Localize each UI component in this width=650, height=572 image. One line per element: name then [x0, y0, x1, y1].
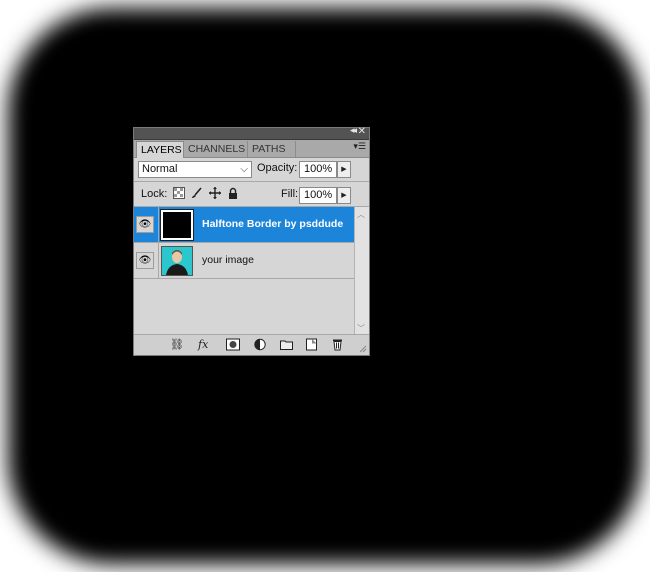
panel-bottom-toolbar: ⛓ fx: [134, 334, 369, 355]
scroll-down-icon[interactable]: ﹀: [357, 323, 365, 334]
collapse-icon[interactable]: ◂◂: [350, 126, 357, 136]
lock-image-pixels-icon[interactable]: [191, 187, 203, 199]
panel-menu-icon[interactable]: ▾☰: [353, 142, 366, 152]
lock-transparent-pixels-icon[interactable]: [173, 187, 185, 199]
blend-mode-value: Normal: [142, 163, 178, 175]
chevron-down-icon: ⌵: [240, 164, 248, 175]
fill-label: Fill:: [281, 188, 299, 200]
layer-row-halftone-border[interactable]: 👁 Halftone Border by psddude: [134, 207, 355, 243]
visibility-eye-icon[interactable]: 👁: [136, 252, 154, 269]
fill-slider-button[interactable]: ▶: [337, 187, 351, 204]
divider: [158, 243, 159, 278]
tab-channels[interactable]: CHANNELS: [184, 141, 248, 157]
opacity-input[interactable]: 100%: [299, 161, 337, 178]
fill-input[interactable]: 100%: [299, 187, 337, 204]
layers-list: 👁 Halftone Border by psddude 👁 your imag…: [134, 207, 355, 336]
resize-grip-icon[interactable]: [359, 345, 367, 353]
layer-row-your-image[interactable]: 👁 your image: [134, 243, 355, 279]
scroll-up-icon[interactable]: ︿: [357, 209, 365, 220]
new-layer-icon[interactable]: [306, 338, 317, 351]
tab-layers[interactable]: LAYERS: [136, 141, 184, 158]
add-layer-mask-icon[interactable]: [226, 338, 240, 351]
panel-tabs: LAYERS CHANNELS PATHS ▾☰: [134, 140, 369, 158]
new-group-folder-icon[interactable]: [280, 338, 293, 351]
link-layers-icon[interactable]: ⛓: [170, 338, 184, 351]
visibility-eye-icon[interactable]: 👁: [136, 216, 154, 233]
adjustment-layer-icon[interactable]: [254, 338, 268, 351]
close-icon[interactable]: ✕: [358, 126, 366, 137]
blend-mode-select[interactable]: Normal ⌵: [138, 161, 252, 178]
opacity-label: Opacity:: [257, 162, 298, 174]
layer-thumbnail: [160, 209, 194, 241]
trash-icon[interactable]: [332, 338, 343, 351]
divider: [134, 181, 369, 182]
lock-position-icon[interactable]: [209, 187, 221, 199]
tab-paths[interactable]: PATHS: [248, 141, 296, 157]
layer-name[interactable]: Halftone Border by psddude: [202, 218, 343, 230]
panel-titlebar: ◂◂ ✕: [134, 126, 369, 140]
blend-opacity-row: Normal ⌵ Opacity: 100% ▶: [134, 161, 369, 181]
layer-thumbnail: [161, 246, 193, 276]
person-portrait-icon: [162, 247, 192, 275]
layers-panel: ◂◂ ✕ LAYERS CHANNELS PATHS ▾☰ Normal ⌵ O…: [133, 126, 370, 356]
layers-scrollbar[interactable]: ︿ ﹀: [354, 207, 369, 336]
lock-all-icon[interactable]: [227, 187, 239, 199]
divider: [158, 207, 159, 242]
layer-style-fx-icon[interactable]: fx: [198, 338, 208, 351]
layer-name[interactable]: your image: [202, 254, 254, 266]
lock-label: Lock:: [141, 188, 168, 200]
opacity-slider-button[interactable]: ▶: [337, 161, 351, 178]
